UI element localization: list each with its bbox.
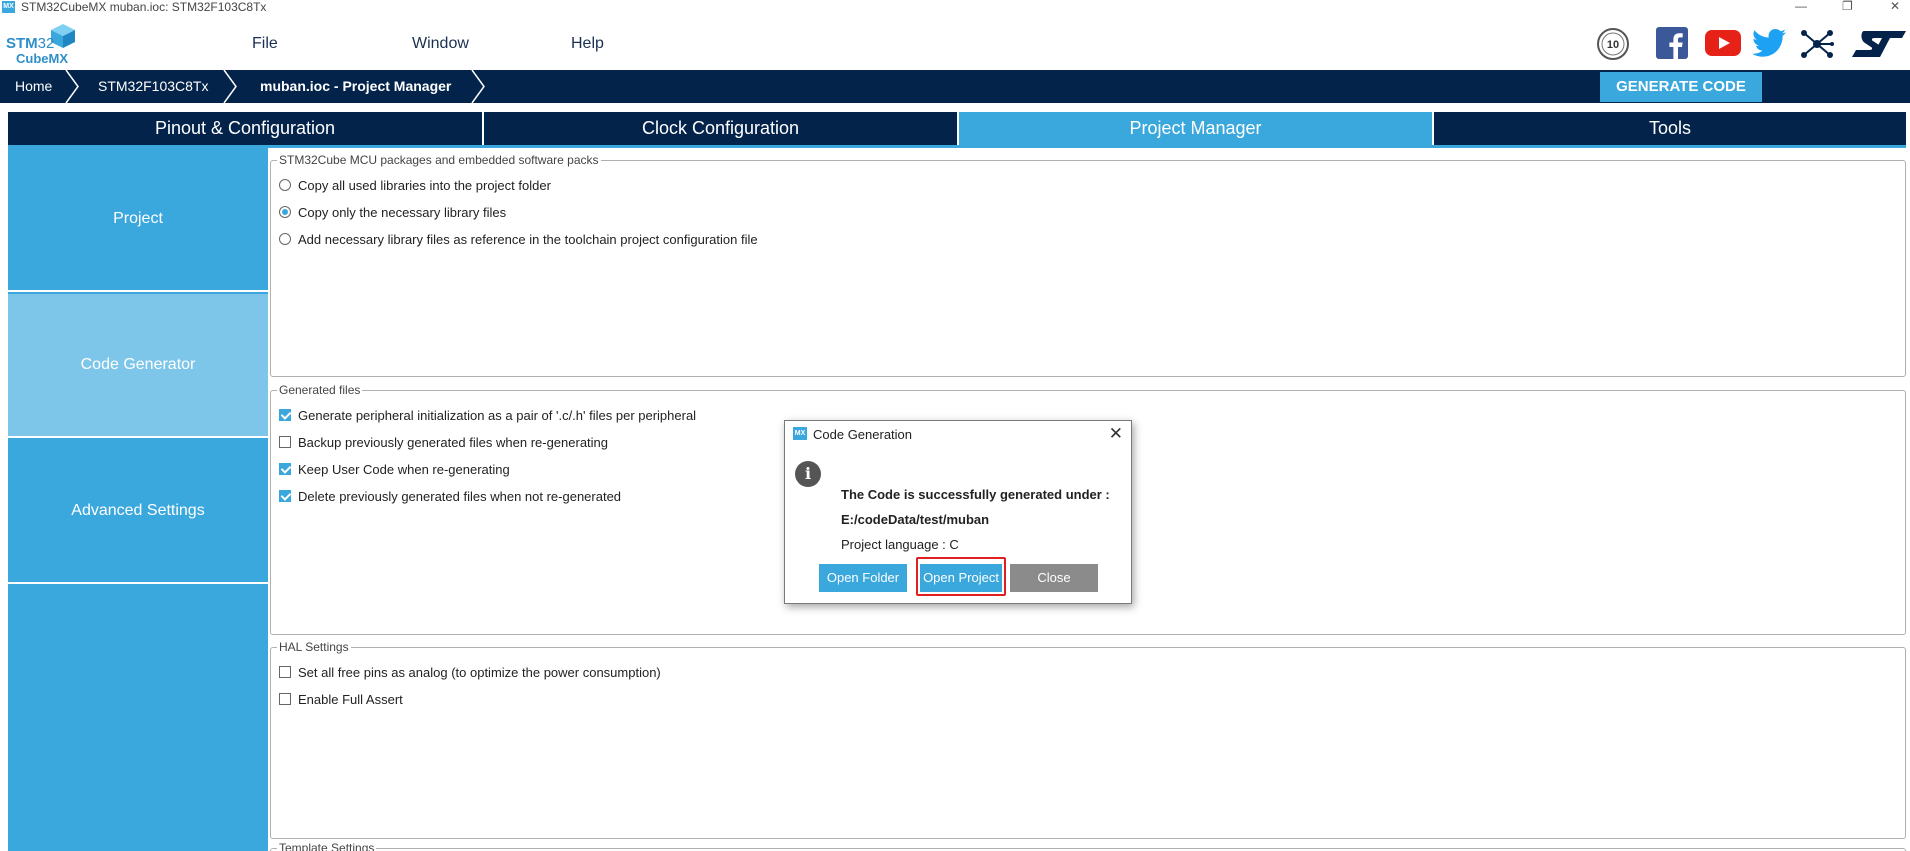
copy-necessary-files-option[interactable]: Copy only the necessary library files [279,204,506,220]
radio-button[interactable] [279,179,291,191]
checkbox[interactable] [279,436,291,448]
breadcrumb-separator-icon [65,70,79,103]
open-folder-button[interactable]: Open Folder [819,564,907,592]
dialog-title-bar: MX Code Generation ✕ [785,421,1131,447]
checkbox[interactable] [279,409,291,421]
dialog-message: The Code is successfully generated under… [841,487,1110,502]
option-label: Set all free pins as analog (to optimize… [298,664,661,680]
free-pins-analog-option[interactable]: Set all free pins as analog (to optimize… [279,664,661,680]
template-settings-legend: Template Settings [277,841,377,851]
open-project-highlight [916,557,1006,596]
option-label: Backup previously generated files when r… [298,434,609,450]
option-label: Add necessary library files as reference… [298,231,758,247]
breadcrumb-separator-icon [471,70,485,103]
header: STM32 CubeMX File Window Help 10 [0,15,1910,70]
breadcrumb-mcu[interactable]: STM32F103C8Tx [98,70,208,103]
badge-text: 10 [1607,39,1619,51]
tab-underline [8,145,1906,148]
logo-text-cubemx: CubeMX [16,51,68,66]
tab-project-manager[interactable]: Project Manager [959,112,1434,145]
sidebar-item-project[interactable]: Project [8,148,268,292]
checkbox[interactable] [279,463,291,475]
generate-code-button[interactable]: GENERATE CODE [1600,72,1762,102]
stm32cubemx-logo: STM32 CubeMX [6,23,76,67]
close-window-icon[interactable]: ✕ [1890,0,1900,13]
close-button[interactable]: Close [1010,564,1098,592]
delete-generated-files-option[interactable]: Delete previously generated files when n… [279,488,621,504]
breadcrumb-home[interactable]: Home [15,70,52,103]
radio-button[interactable] [279,233,291,245]
app-icon: MX [2,1,15,13]
youtube-icon[interactable] [1705,30,1741,56]
main-tabs: Pinout & Configuration Clock Configurati… [8,112,1906,145]
tab-tools[interactable]: Tools [1434,112,1906,145]
packages-legend: STM32Cube MCU packages and embedded soft… [277,153,601,167]
generated-files-legend: Generated files [277,383,363,397]
menu-help[interactable]: Help [571,35,604,53]
sidebar: Project Code Generator Advanced Settings [8,148,268,851]
tab-pinout-configuration[interactable]: Pinout & Configuration [8,112,484,145]
radio-button[interactable] [279,206,291,218]
backup-generated-files-option[interactable]: Backup previously generated files when r… [279,434,608,450]
option-label: Enable Full Assert [298,691,403,707]
restore-icon[interactable]: ❐ [1842,0,1853,13]
logo-text-32: 32 [37,35,55,52]
checkbox[interactable] [279,490,291,502]
option-label: Generate peripheral initialization as a … [298,407,697,423]
network-icon[interactable] [1800,29,1834,59]
hal-settings-legend: HAL Settings [277,640,351,654]
breadcrumb-separator-icon [223,70,237,103]
dialog-app-icon: MX [793,427,807,440]
option-label: Delete previously generated files when n… [298,488,622,504]
keep-user-code-option[interactable]: Keep User Code when re-generating [279,461,510,477]
code-generation-dialog: MX Code Generation ✕ i The Code is succe… [784,420,1132,604]
dialog-project-language: Project language : C [841,537,959,552]
anniversary-badge-icon[interactable]: 10 [1596,27,1630,61]
breadcrumb: Home STM32F103C8Tx muban.ioc - Project M… [0,70,1910,103]
copy-all-libraries-option[interactable]: Copy all used libraries into the project… [279,177,551,193]
st-logo-icon[interactable] [1850,29,1906,59]
app-window: MX STM32CubeMX muban.ioc: STM32F103C8Tx … [0,0,1910,851]
menu-window[interactable]: Window [412,35,469,53]
enable-full-assert-option[interactable]: Enable Full Assert [279,691,403,707]
generate-peripheral-init-option[interactable]: Generate peripheral initialization as a … [279,407,696,423]
menu-file[interactable]: File [252,35,278,53]
twitter-icon[interactable] [1752,29,1786,57]
packages-group: STM32Cube MCU packages and embedded soft… [270,153,1906,377]
minimize-icon[interactable]: — [1795,0,1807,13]
option-label: Copy only the necessary library files [298,204,507,220]
facebook-icon[interactable] [1656,27,1688,59]
logo-text-stm: STM [6,35,38,52]
dialog-output-path: E:/codeData/test/muban [841,512,990,527]
window-title: STM32CubeMX muban.ioc: STM32F103C8Tx [21,0,267,14]
sidebar-item-code-generator[interactable]: Code Generator [8,294,268,438]
checkbox[interactable] [279,693,291,705]
checkbox[interactable] [279,666,291,678]
tab-clock-configuration[interactable]: Clock Configuration [484,112,959,145]
option-label: Copy all used libraries into the project… [298,177,551,193]
info-icon: i [795,461,821,487]
sidebar-item-advanced-settings[interactable]: Advanced Settings [8,440,268,584]
dialog-close-icon[interactable]: ✕ [1109,424,1123,444]
hal-settings-group: HAL Settings Set all free pins as analog… [270,640,1906,839]
title-bar: MX STM32CubeMX muban.ioc: STM32F103C8Tx … [0,0,1910,15]
breadcrumb-current-page[interactable]: muban.ioc - Project Manager [260,70,451,103]
add-library-reference-option[interactable]: Add necessary library files as reference… [279,231,758,247]
dialog-title: Code Generation [813,427,913,442]
option-label: Keep User Code when re-generating [298,461,510,477]
